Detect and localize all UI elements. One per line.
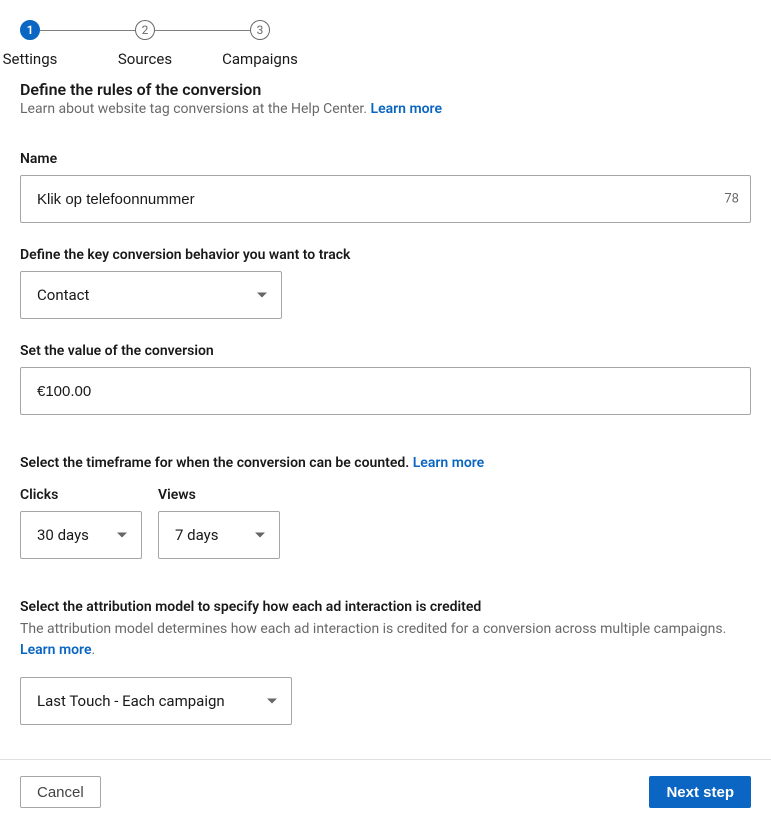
subtitle-text: Learn about website tag conversions at t… bbox=[20, 101, 371, 117]
cancel-button[interactable]: Cancel bbox=[20, 776, 101, 808]
views-label: Views bbox=[158, 487, 280, 503]
views-select[interactable]: 7 days bbox=[158, 511, 280, 559]
behavior-label: Define the key conversion behavior you w… bbox=[20, 247, 751, 263]
step-sources[interactable]: 2 Sources bbox=[135, 20, 250, 40]
step-label-sources: Sources bbox=[118, 50, 172, 68]
value-input[interactable] bbox=[20, 367, 751, 415]
clicks-selected: 30 days bbox=[37, 526, 89, 544]
learn-more-link-timeframe[interactable]: Learn more bbox=[413, 455, 484, 471]
clicks-label: Clicks bbox=[20, 487, 142, 503]
step-circle-2: 2 bbox=[135, 20, 155, 40]
name-char-count: 78 bbox=[724, 192, 739, 207]
step-settings[interactable]: 1 Settings bbox=[20, 20, 135, 40]
views-selected: 7 days bbox=[175, 526, 219, 544]
attribution-select[interactable]: Last Touch - Each campaign bbox=[20, 677, 292, 725]
step-connector bbox=[155, 30, 250, 31]
behavior-selected: Contact bbox=[37, 286, 89, 304]
clicks-select[interactable]: 30 days bbox=[20, 511, 142, 559]
stepper: 1 Settings 2 Sources 3 Campaigns bbox=[20, 20, 751, 40]
name-input[interactable] bbox=[20, 175, 751, 223]
timeframe-heading: Select the timeframe for when the conver… bbox=[20, 455, 751, 471]
caret-down-icon bbox=[255, 533, 265, 538]
step-circle-3: 3 bbox=[250, 20, 270, 40]
timeframe-heading-text: Select the timeframe for when the conver… bbox=[20, 455, 413, 471]
name-input-wrap: 78 bbox=[20, 175, 751, 223]
step-label-settings: Settings bbox=[3, 50, 58, 68]
footer: Cancel Next step bbox=[0, 759, 771, 824]
value-label: Set the value of the conversion bbox=[20, 343, 751, 359]
next-step-button[interactable]: Next step bbox=[649, 776, 751, 808]
step-connector bbox=[40, 30, 135, 31]
step-circle-1: 1 bbox=[20, 20, 40, 40]
caret-down-icon bbox=[257, 293, 267, 298]
attribution-desc-text: The attribution model determines how eac… bbox=[20, 621, 726, 637]
value-input-wrap bbox=[20, 367, 751, 415]
learn-more-link-header[interactable]: Learn more bbox=[371, 101, 442, 117]
caret-down-icon bbox=[117, 533, 127, 538]
behavior-select[interactable]: Contact bbox=[20, 271, 282, 319]
page-subtitle: Learn about website tag conversions at t… bbox=[20, 101, 751, 117]
step-label-campaigns: Campaigns bbox=[222, 50, 298, 68]
attribution-heading: Select the attribution model to specify … bbox=[20, 599, 751, 615]
attribution-description: The attribution model determines how eac… bbox=[20, 619, 751, 661]
caret-down-icon bbox=[267, 699, 277, 704]
attribution-period: . bbox=[91, 642, 95, 658]
step-campaigns[interactable]: 3 Campaigns bbox=[250, 20, 270, 40]
learn-more-link-attribution[interactable]: Learn more bbox=[20, 642, 91, 658]
page-title: Define the rules of the conversion bbox=[20, 80, 751, 99]
name-label: Name bbox=[20, 151, 751, 167]
attribution-selected: Last Touch - Each campaign bbox=[37, 692, 225, 710]
